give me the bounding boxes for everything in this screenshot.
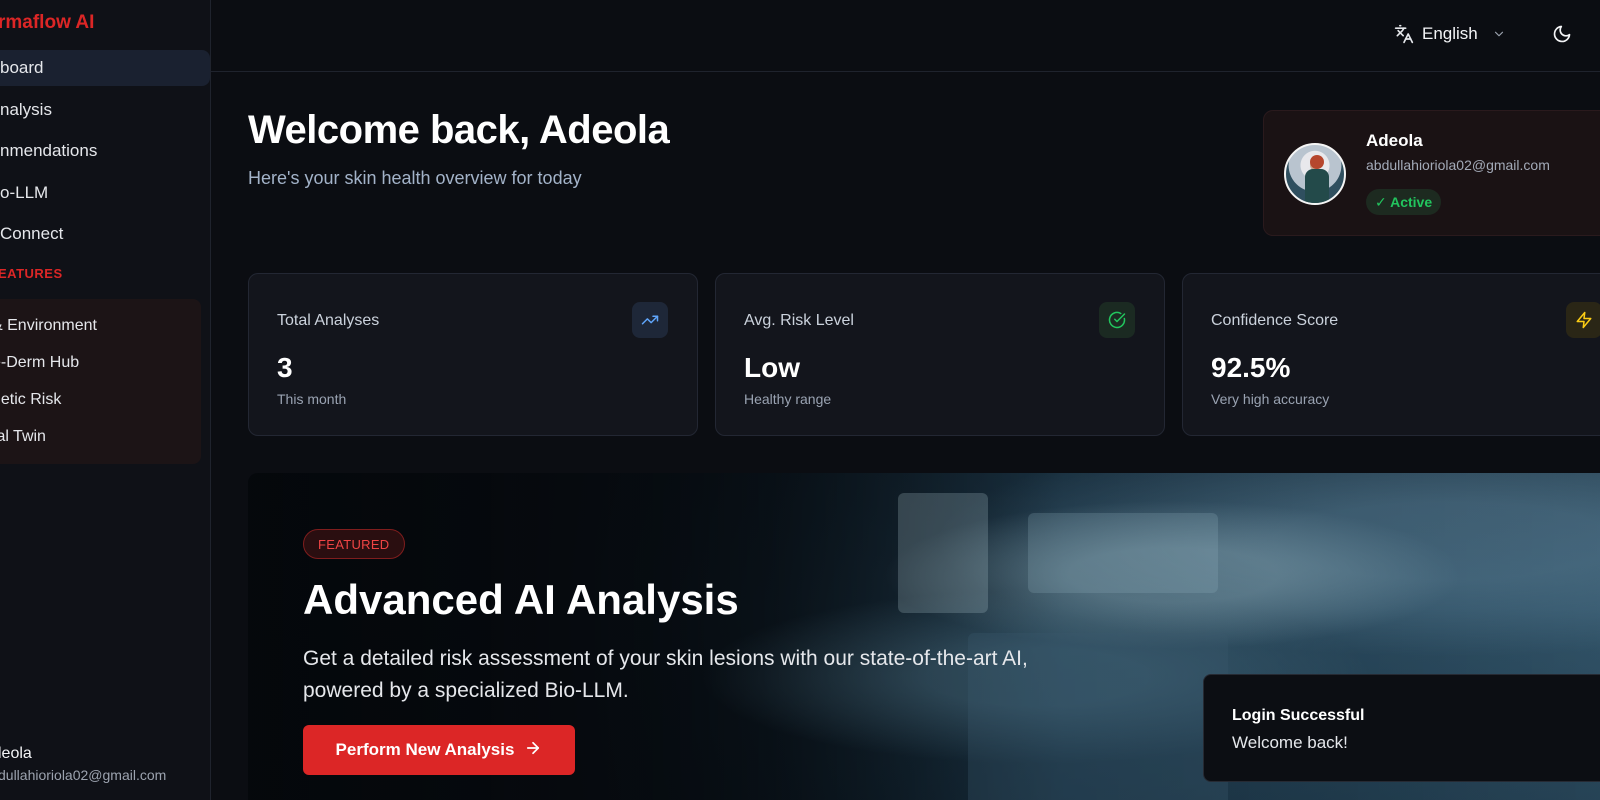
- sidebar-item-recommendations[interactable]: nmendations: [0, 133, 210, 169]
- trending-up-icon: [632, 302, 668, 338]
- stat-label: Confidence Score: [1211, 312, 1339, 329]
- page-subtitle: Here's your skin health overview for tod…: [248, 168, 582, 188]
- stat-note: Healthy range: [744, 391, 832, 407]
- lightning-icon: [1566, 302, 1600, 338]
- theme-toggle-button[interactable]: [1550, 24, 1574, 48]
- top-bar: [211, 0, 1600, 72]
- toast-title: Login Successful: [1232, 707, 1365, 724]
- chevron-down-icon: [1492, 27, 1506, 41]
- stat-card-total-analyses: Total Analyses 3 This month: [248, 273, 698, 436]
- sidebar-item-analysis[interactable]: nalysis: [0, 92, 210, 128]
- arrow-right-icon: [524, 739, 542, 762]
- sidebar-item-genetic-risk[interactable]: netic Risk: [0, 391, 61, 409]
- features-group: & Environment e-Derm Hub netic Risk tal …: [0, 299, 201, 464]
- banner-machine-shape: [898, 493, 988, 613]
- sidebar-item-environment[interactable]: & Environment: [0, 317, 97, 335]
- sidebar-item-label: nmendations: [0, 141, 98, 160]
- sidebar-item-tele-derm-hub[interactable]: e-Derm Hub: [0, 354, 79, 372]
- stat-label: Total Analyses: [277, 312, 380, 329]
- language-label: English: [1422, 24, 1478, 43]
- translate-icon: [1394, 24, 1414, 44]
- sidebar-item-label: o-LLM: [0, 183, 49, 202]
- toast-message: Welcome back!: [1232, 733, 1348, 752]
- stat-value: 92.5%: [1211, 352, 1291, 383]
- stat-card-confidence: Confidence Score 92.5% Very high accurac…: [1182, 273, 1600, 436]
- sidebar-user-email: dullahioriola02@gmail.com: [0, 767, 167, 783]
- status-badge: ✓ Active: [1366, 189, 1442, 215]
- page-title: Welcome back, Adeola: [248, 108, 670, 152]
- stat-card-risk-level: Avg. Risk Level Low Healthy range: [715, 273, 1165, 436]
- language-selector[interactable]: English: [1394, 24, 1506, 44]
- brand-logo-text[interactable]: rmaflow AI: [0, 12, 94, 34]
- sidebar-item-dashboard[interactable]: board: [0, 50, 210, 86]
- check-circle-icon: [1099, 302, 1135, 338]
- moon-icon: [1552, 24, 1572, 49]
- sidebar-user-name: leola: [0, 745, 32, 762]
- sidebar-item-label: board: [0, 58, 44, 77]
- profile-email: abdullahioriola02@gmail.com: [1366, 157, 1550, 173]
- banner-title: Advanced AI Analysis: [303, 576, 739, 623]
- features-section-label: EATURES: [0, 266, 63, 281]
- profile-name: Adeola: [1366, 131, 1423, 150]
- toast-notification[interactable]: Login Successful Welcome back!: [1203, 674, 1600, 782]
- banner-description: Get a detailed risk assessment of your s…: [303, 647, 1028, 702]
- banner-machine-shape: [1028, 513, 1218, 593]
- featured-badge: FEATURED: [303, 529, 405, 559]
- sidebar-item-bio-llm[interactable]: o-LLM: [0, 175, 210, 211]
- stat-value: Low: [744, 352, 800, 383]
- stat-label: Avg. Risk Level: [744, 312, 854, 329]
- perform-new-analysis-button[interactable]: Perform New Analysis: [303, 725, 575, 775]
- stat-note: This month: [277, 391, 347, 407]
- sidebar: rmaflow AI board nalysis nmendations o-L…: [0, 0, 211, 800]
- avatar-head-shape: [1310, 155, 1324, 169]
- sidebar-item-label: nalysis: [0, 100, 52, 119]
- stat-value: 3: [277, 352, 293, 383]
- profile-card: Adeola abdullahioriola02@gmail.com ✓ Act…: [1263, 110, 1600, 236]
- stat-note: Very high accuracy: [1211, 391, 1330, 407]
- sidebar-item-label: Connect: [0, 224, 64, 243]
- cta-label: Perform New Analysis: [335, 740, 515, 759]
- avatar[interactable]: [1284, 143, 1346, 205]
- sidebar-item-digital-twin[interactable]: tal Twin: [0, 428, 46, 446]
- sidebar-item-connect[interactable]: Connect: [0, 216, 210, 252]
- avatar-body-shape: [1305, 169, 1329, 203]
